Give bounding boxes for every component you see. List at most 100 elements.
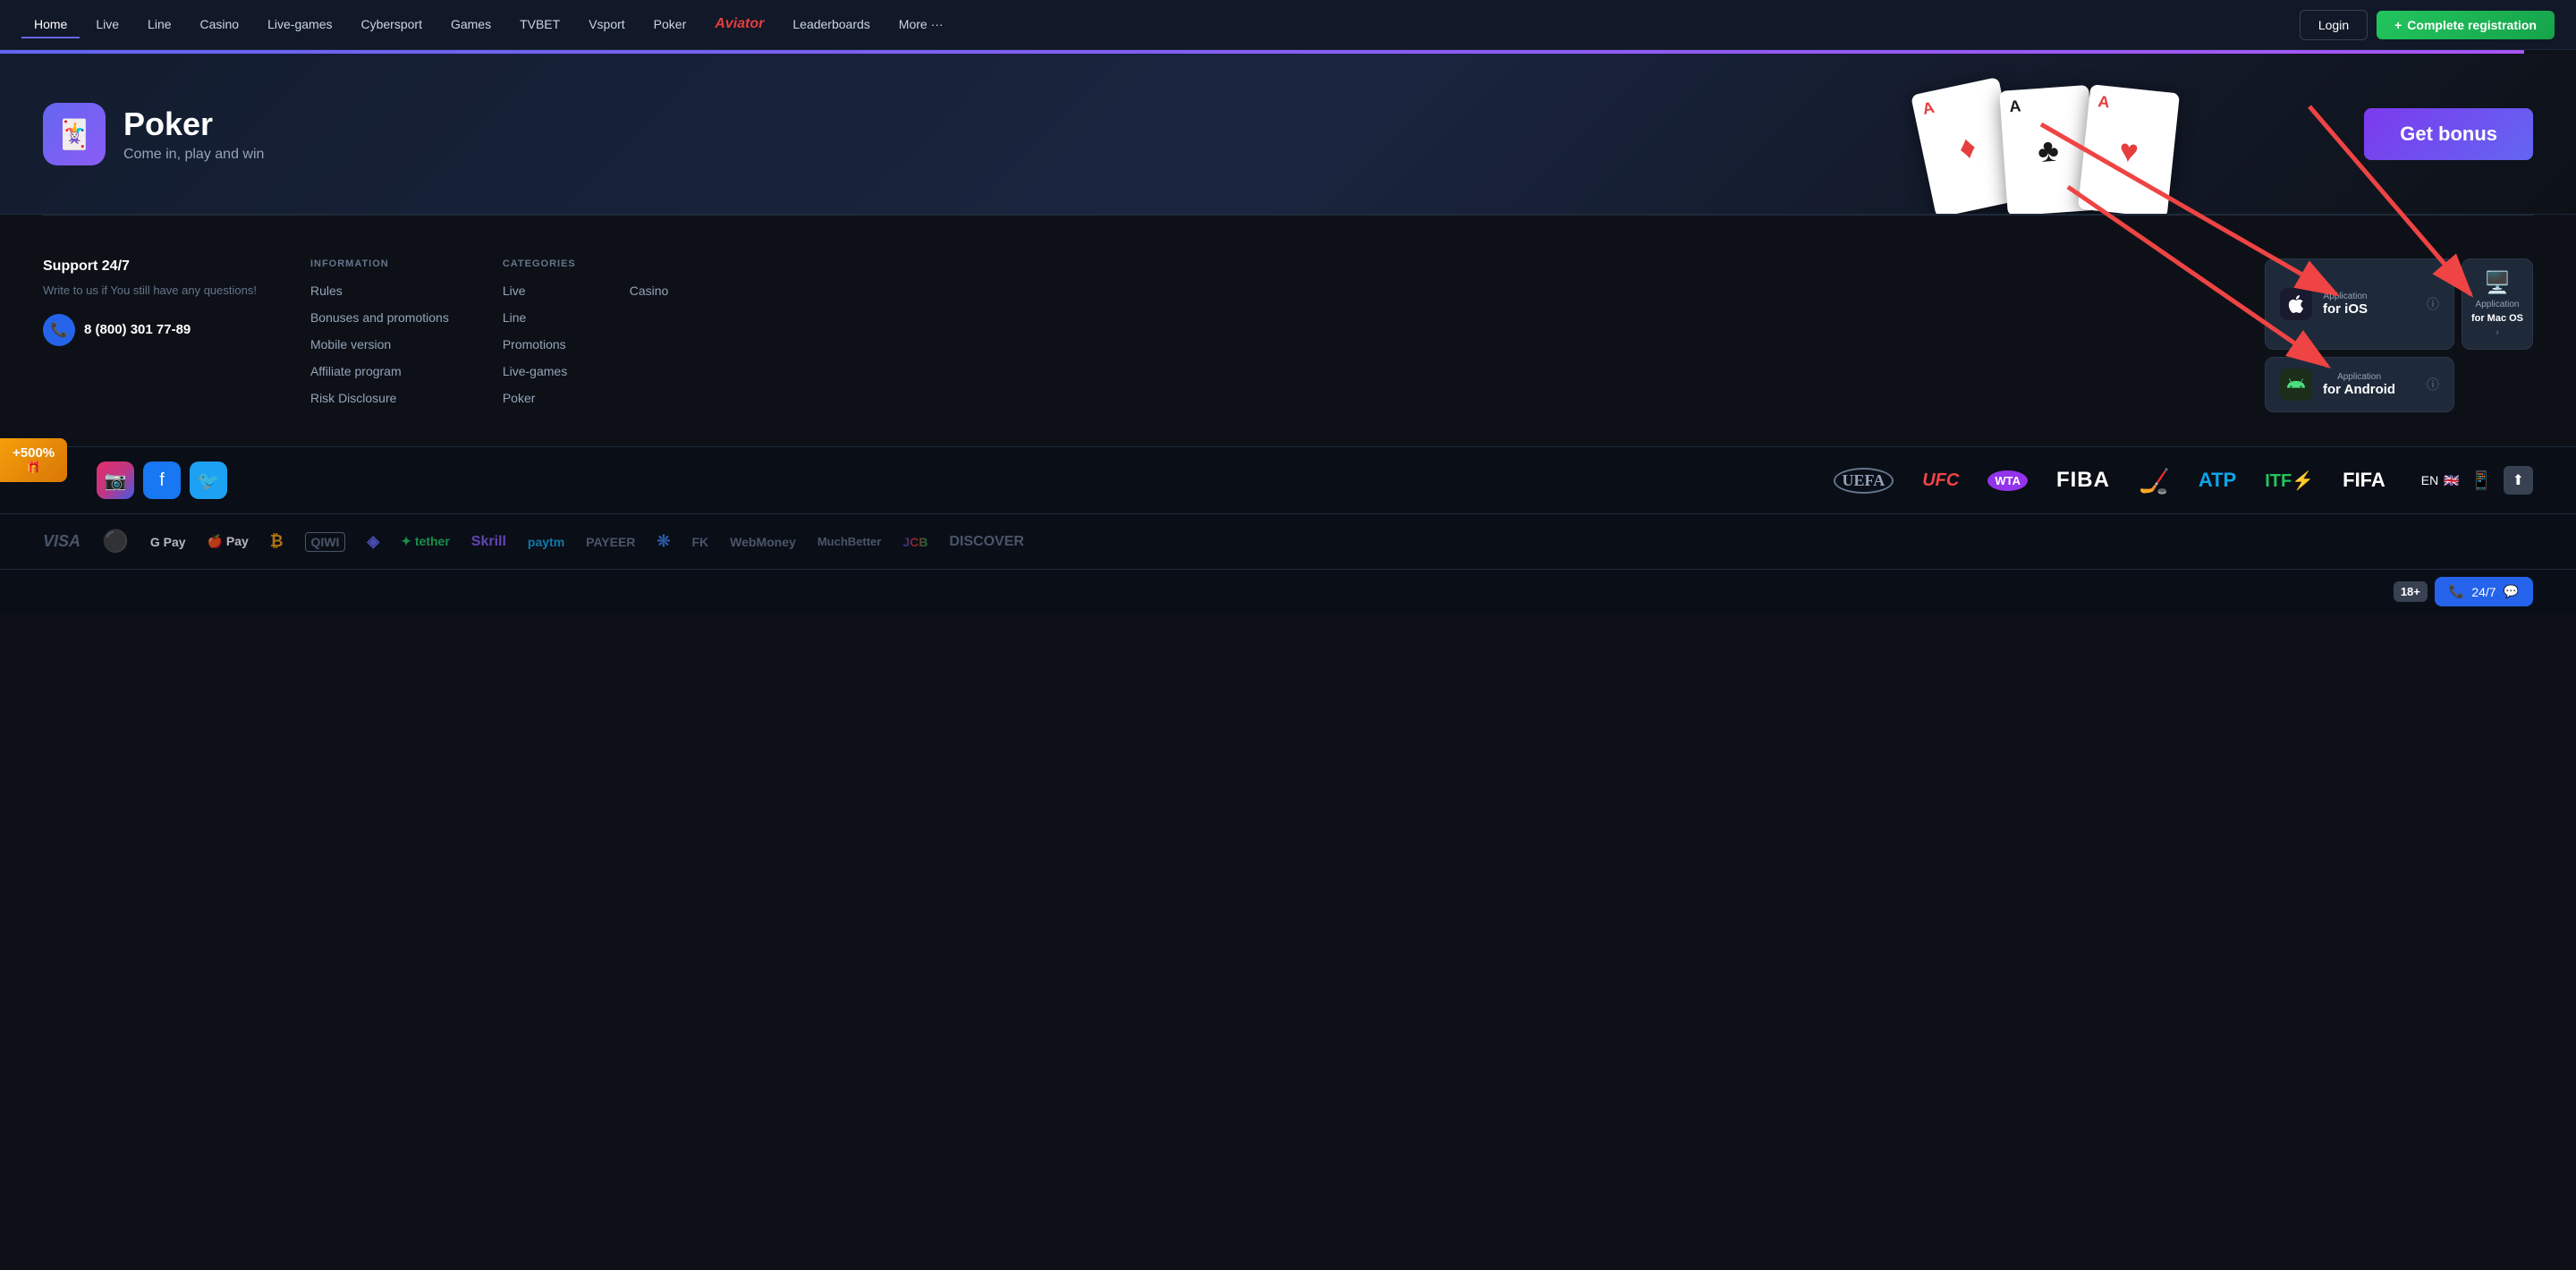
support-24-7-label: 24/7 [2471,585,2496,599]
scroll-top-button[interactable]: ⬆ [2504,466,2533,495]
mastercard-logo: ⚫ [102,529,129,555]
instagram-button[interactable]: 📷 [97,461,134,499]
login-button[interactable]: Login [2300,10,2368,40]
info-mobile[interactable]: Mobile version [310,337,391,351]
eth-logo: ◈ [367,532,379,551]
categories-heading: CATEGORIES [503,258,576,269]
nav-links: Home Live Line Casino Live-games Cybersp… [21,11,2300,39]
poker-title: Poker [123,106,264,143]
fiba-logo: FIBA [2056,468,2110,493]
mobile-view-button[interactable]: 📱 [2470,470,2493,492]
info-bonuses[interactable]: Bonuses and promotions [310,310,449,325]
android-app-label: for Android [2323,382,2395,397]
nav-vsport[interactable]: Vsport [576,12,637,38]
cat-casino[interactable]: Casino [630,284,669,298]
macos-arrow-icon: › [2496,327,2499,338]
app-section: Application for iOS ⓘ 🖥️ Application for… [2265,258,2533,418]
footer-support: Support 24/7 Write to us if You still ha… [43,258,257,418]
ios-arrow-icon: ⓘ [2427,295,2439,313]
language-button[interactable]: EN 🇬🇧 [2421,473,2460,488]
bottom-social-bar: +500% 🎁 📷 f 🐦 UEFA UFC WTA FIBA 🏒 ATP IT… [0,446,2576,513]
phone-number: 8 (800) 301 77-89 [84,322,191,337]
social-icons: 📷 f 🐦 [97,461,227,499]
android-app-button[interactable]: Application for Android ⓘ [2265,357,2454,412]
nav-line[interactable]: Line [135,12,183,38]
card-1-suit: ♦ [1955,127,1979,167]
card-3: A ♥ [2078,84,2180,215]
categories-2-heading [630,258,669,269]
nav-home[interactable]: Home [21,12,80,38]
info-rules[interactable]: Rules [310,284,343,298]
support-description: Write to us if You still have any questi… [43,282,257,300]
ios-icon [2280,288,2312,320]
nav-games[interactable]: Games [438,12,504,38]
bonus-badge[interactable]: +500% 🎁 [0,438,67,482]
atp-logo: ATP [2199,469,2236,492]
ios-app-label-small: Application [2323,292,2368,301]
macos-app-label: for Mac OS [2471,313,2523,324]
paytm-logo: paytm [528,535,564,549]
info-affiliate[interactable]: Affiliate program [310,364,402,378]
tether-logo: ✦ tether [401,534,450,549]
bitcoin-logo: ₿ [270,532,284,551]
jcb-logo: JCB [902,535,928,549]
cat-promotions[interactable]: Promotions [503,337,566,351]
support-chat-button[interactable]: 📞 24/7 💬 [2435,577,2533,606]
navbar: Home Live Line Casino Live-games Cybersp… [0,0,2576,50]
android-app-text: Application for Android [2323,372,2395,397]
gpay-logo: G Pay [150,535,186,549]
phone-button[interactable]: 📞 8 (800) 301 77-89 [43,314,191,346]
register-label: Complete registration [2407,18,2537,32]
macos-app-button[interactable]: 🖥️ Application for Mac OS › [2462,258,2533,350]
facebook-button[interactable]: f [143,461,181,499]
app-grid: Application for iOS ⓘ 🖥️ Application for… [2265,258,2533,412]
poker-subtitle: Come in, play and win [123,147,264,163]
register-button[interactable]: + Complete registration [2377,11,2555,39]
cat-live-games[interactable]: Live-games [503,364,567,378]
ios-app-label: for iOS [2323,301,2368,317]
qiwi-logo: QIWI [305,532,346,552]
nav-tvbet[interactable]: TVBET [507,12,572,38]
uefa-logo: UEFA [1834,468,1894,494]
skrill-logo: Skrill [471,534,506,550]
nav-more[interactable]: More ··· [886,12,956,38]
android-app-label-small: Application [2323,372,2395,382]
nav-live-games[interactable]: Live-games [255,12,344,38]
nav-leaderboards[interactable]: Leaderboards [780,12,882,38]
poker-cards: A ♦ A ♣ A ♥ [1905,89,2174,214]
muchbetter-logo: MuchBetter [818,535,882,548]
discover-logo: DISCOVER [949,534,1024,550]
sports-logos: UEFA UFC WTA FIBA 🏒 ATP ITF⚡ FIFA [1834,466,2385,495]
app-grid-spacer [2462,357,2533,412]
cat-poker[interactable]: Poker [503,391,536,405]
nav-aviator[interactable]: Aviator [702,11,776,39]
payeer-logo: PAYEER [586,535,635,549]
footer-main: Support 24/7 Write to us if You still ha… [0,216,2576,446]
cat-line[interactable]: Line [503,310,526,325]
nav-poker[interactable]: Poker [641,12,699,38]
lang-flag: 🇬🇧 [2444,473,2459,488]
nav-cybersport[interactable]: Cybersport [348,12,434,38]
applepay-logo: 🍎 Pay [208,534,249,549]
support-heading: Support 24/7 [43,258,257,275]
macos-app-label-small: Application [2476,300,2520,309]
info-risk[interactable]: Risk Disclosure [310,391,396,405]
nav-live[interactable]: Live [83,12,131,38]
twitter-button[interactable]: 🐦 [190,461,227,499]
webmoney-logo: WebMoney [730,535,796,549]
visa-logo: VISA [43,532,80,551]
nav-right: Login + Complete registration [2300,10,2555,40]
stellar-logo: ❊ [657,532,670,551]
nav-casino[interactable]: Casino [188,12,252,38]
itf-logo: ITF⚡ [2265,470,2314,492]
categories-2-list: Casino [630,284,669,300]
card-1-label: A [1921,98,1936,119]
footer-information: INFORMATION Rules Bonuses and promotions… [310,258,449,418]
card-2-label: A [2009,97,2021,116]
ios-app-button[interactable]: Application for iOS ⓘ [2265,258,2454,350]
lang-code: EN [2421,473,2438,487]
cat-live[interactable]: Live [503,284,526,298]
get-bonus-button[interactable]: Get bonus [2364,108,2533,160]
android-arrow-icon: ⓘ [2427,376,2439,394]
poker-text: Poker Come in, play and win [123,106,264,163]
